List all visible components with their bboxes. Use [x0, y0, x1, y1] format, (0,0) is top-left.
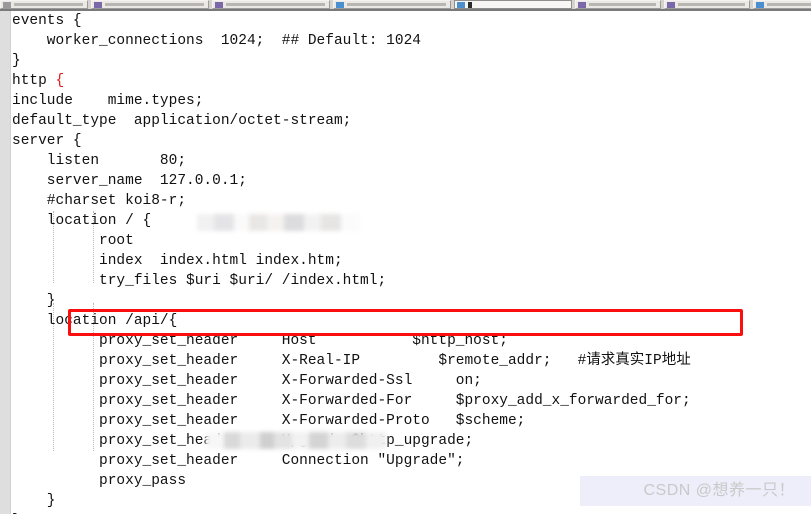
- code-line[interactable]: proxy_set_header X-Forwarded-Ssl on;: [12, 371, 811, 391]
- code-line-x-real-ip[interactable]: proxy_set_header X-Real-IP $remote_addr;…: [12, 351, 811, 371]
- taskbar-button-label: [105, 3, 204, 6]
- taskbar-button-label: [678, 3, 745, 6]
- code-line[interactable]: server {: [12, 131, 811, 151]
- csdn-watermark: CSDN @想养一只！: [643, 482, 795, 499]
- windows-taskbar: [0, 0, 811, 11]
- blue-app-icon: [336, 1, 344, 8]
- taskbar-button-3[interactable]: [333, 0, 451, 9]
- editor-gutter: [0, 11, 11, 514]
- matching-brace: {: [55, 73, 65, 89]
- taskbar-button-1[interactable]: [91, 0, 209, 9]
- taskbar-button-2[interactable]: [212, 0, 330, 9]
- taskbar-button-0[interactable]: [0, 0, 88, 9]
- code-line[interactable]: http {: [12, 71, 811, 91]
- code-line[interactable]: events {: [12, 11, 811, 31]
- blurred-root-path: [175, 214, 360, 231]
- code-line[interactable]: location /api/{: [12, 311, 811, 331]
- taskbar-button-label: [589, 3, 656, 6]
- code-line[interactable]: proxy_set_header X-Forwarded-Proto $sche…: [12, 411, 811, 431]
- code-line[interactable]: server_name 127.0.0.1;: [12, 171, 811, 191]
- blurred-proxy-pass-url: [206, 432, 386, 449]
- taskbar-button-4[interactable]: [454, 0, 572, 9]
- taskbar-button-5[interactable]: [575, 0, 661, 9]
- code-line[interactable]: proxy_set_header Connection "Upgrade";: [12, 451, 811, 471]
- taskbar-button-6[interactable]: [664, 0, 750, 9]
- code-line[interactable]: proxy_set_header Host $http_host;: [12, 331, 811, 351]
- purple-app-icon: [94, 1, 102, 8]
- purple-app-icon: [215, 1, 223, 8]
- code-line[interactable]: }: [12, 291, 811, 311]
- code-line[interactable]: default_type application/octet-stream;: [12, 111, 811, 131]
- code-line-root[interactable]: root: [12, 231, 811, 251]
- code-text: http: [12, 73, 56, 89]
- code-line[interactable]: #charset koi8-r;: [12, 191, 811, 211]
- window-icon: [3, 1, 11, 8]
- taskbar-active-marker-icon: [468, 1, 472, 8]
- taskbar-button-label: [226, 3, 325, 6]
- code-line[interactable]: proxy_set_header X-Forwarded-For $proxy_…: [12, 391, 811, 411]
- code-line[interactable]: listen 80;: [12, 151, 811, 171]
- purple-app-icon: [667, 1, 675, 8]
- code-line[interactable]: proxy_set_header Upgrade $http_upgrade;: [12, 431, 811, 451]
- code-line[interactable]: }: [12, 51, 811, 71]
- code-editor[interactable]: events { worker_connections 1024; ## Def…: [0, 11, 811, 514]
- code-text: proxy_pass: [12, 473, 195, 489]
- purple-app-icon: [578, 1, 586, 8]
- code-line[interactable]: worker_connections 1024; ## Default: 102…: [12, 31, 811, 51]
- code-line[interactable]: index index.html index.htm;: [12, 251, 811, 271]
- taskbar-button-label: [767, 3, 811, 6]
- code-line[interactable]: location / {: [12, 211, 811, 231]
- taskbar-button-7[interactable]: [753, 0, 811, 9]
- code-line[interactable]: include mime.types;: [12, 91, 811, 111]
- blue-app-icon: [756, 1, 764, 8]
- taskbar-button-label: [347, 3, 446, 6]
- code-line[interactable]: try_files $uri $uri/ /index.html;: [12, 271, 811, 291]
- blue-app-icon: [457, 1, 465, 8]
- taskbar-button-label: [14, 3, 83, 6]
- code-content[interactable]: events { worker_connections 1024; ## Def…: [12, 11, 811, 514]
